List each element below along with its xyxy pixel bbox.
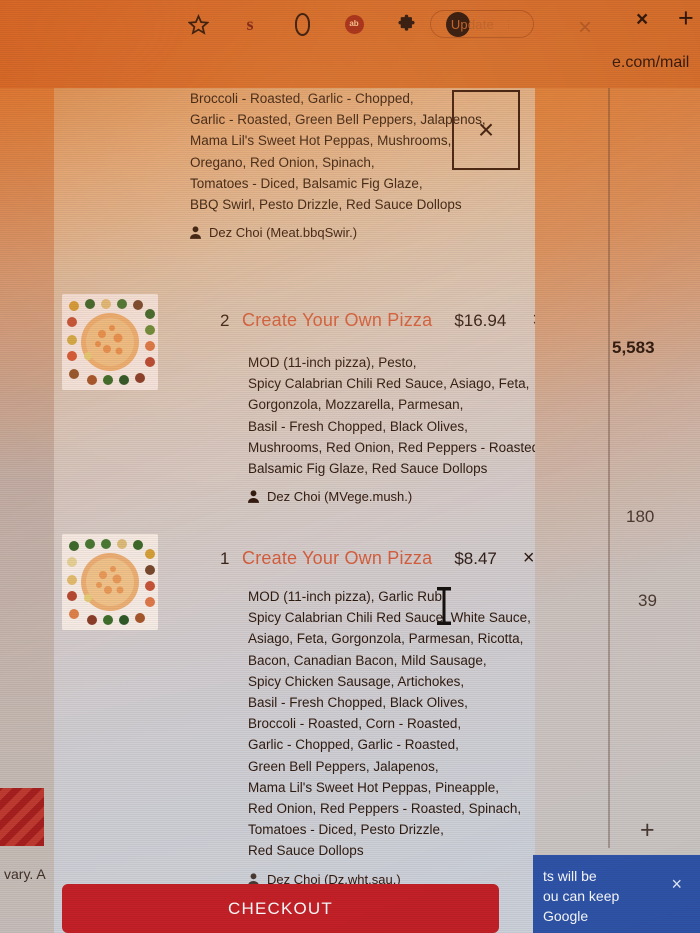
pizza-thumbnail[interactable] [62, 534, 158, 630]
stat-value-tertiary: 39 [638, 591, 657, 610]
screen-photo: s ab Update ⋮ × × + cars for [0, 0, 700, 933]
new-tab-plus-icon[interactable]: + [678, 5, 694, 32]
cart-item-description: MOD (11-inch pizza), Garlic Rub, Spicy C… [248, 586, 531, 887]
fine-print-text: vary. A [4, 866, 46, 882]
toast-line: Google [543, 908, 589, 924]
description-line: MOD (11-inch pizza), Garlic Rub, [248, 589, 446, 604]
bookmarks-bar: cars for sale yobs apt BB Cody James ® M… [0, 48, 700, 121]
cart-panel: Broccoli - Roasted, Garlic - Chopped, Ga… [54, 88, 535, 933]
text-cursor-ibeam [436, 586, 452, 626]
remove-item-icon[interactable]: × [532, 310, 535, 330]
description-line: Garlic - Roasted, Green Bell Peppers, Ja… [190, 112, 486, 128]
vertical-divider [608, 88, 610, 848]
description-line: Mushrooms, Red Onion, Red Peppers - Roas… [248, 439, 535, 455]
checkout-label: CHECKOUT [228, 898, 333, 918]
description-line: MOD (11-inch pizza), Pesto, [248, 355, 417, 370]
cart-item-quantity: 1 [220, 549, 230, 568]
cart-item-byline: Dez Choi (MVege.mush.) [248, 489, 535, 504]
description-line: Tomatoes - Diced, Pesto Drizzle, [248, 822, 444, 838]
cart-item-name[interactable]: Create Your Own Pizza [242, 310, 432, 331]
description-line: Red Sauce Dollops [248, 843, 364, 859]
focused-close-button[interactable]: × [452, 90, 520, 170]
description-line: Mama Lil's Sweet Hot Peppas, Pineapple, [248, 779, 499, 795]
description-line: Spicy Calabrian Chili Red Sauce, Asiago,… [248, 376, 530, 392]
update-button[interactable]: Update ⋮ [430, 10, 534, 38]
red-circle-extension-icon[interactable]: ab [342, 12, 366, 36]
toast-close-icon[interactable]: × [671, 875, 682, 893]
remove-item-icon[interactable]: × [523, 548, 535, 568]
page-right-column [535, 88, 700, 933]
description-line: Oregano, Red Onion, Spinach, [190, 154, 375, 170]
description-line: Red Onion, Red Peppers - Roasted, Spinac… [248, 801, 522, 817]
update-label: Update [450, 16, 494, 32]
byline-label: Dez Choi (MVege.mush.) [267, 489, 413, 505]
add-item-plus-icon[interactable]: + [640, 818, 655, 843]
striped-decoration [0, 788, 44, 846]
s-extension-icon[interactable]: s [238, 12, 262, 36]
bookmark-star-icon[interactable] [186, 12, 210, 36]
pizza-thumbnail[interactable] [62, 294, 158, 390]
window-close-icon[interactable]: × [636, 9, 648, 30]
description-line: Garlic - Chopped, Garlic - Roasted, [248, 737, 459, 753]
description-line: Broccoli - Roasted, Corn - Roasted, [248, 716, 462, 732]
cart-item-description: MOD (11-inch pizza), Pesto, Spicy Calabr… [248, 352, 535, 504]
browser-toolbar: s ab Update ⋮ × × + [0, 0, 700, 48]
cart-item-header: 2 Create Your Own Pizza $16.94 × [220, 310, 535, 331]
page-left-gutter [0, 88, 54, 933]
description-line: Mama Lil's Sweet Hot Peppas, Mushrooms, [190, 133, 452, 149]
cart-item-price: $8.47 [454, 549, 497, 568]
description-line: Tomatoes - Diced, Balsamic Fig Glaze, [190, 175, 423, 191]
toast-line: ou can keep [543, 888, 620, 904]
description-line: Asiago, Feta, Gorgonzola, Parmesan, Rico… [248, 631, 524, 647]
description-line: BBQ Swirl, Pesto Drizzle, Red Sauce Doll… [190, 197, 462, 213]
person-icon [190, 226, 201, 240]
cart-item-quantity: 2 [220, 311, 230, 330]
description-line: Spicy Chicken Sausage, Artichokes, [248, 673, 465, 689]
cart-item-price: $16.94 [454, 311, 507, 330]
description-line: Bacon, Canadian Bacon, Mild Sausage, [248, 652, 487, 668]
toast-line: ts will be [543, 868, 597, 884]
puzzle-extensions-icon[interactable] [394, 12, 418, 36]
oval-extension-icon[interactable] [290, 12, 314, 36]
stat-value-primary: 5,583 [612, 338, 655, 357]
description-line: Basil - Fresh Chopped, Black Olives, [248, 418, 468, 434]
description-line: Balsamic Fig Glaze, Red Sauce Dollops [248, 461, 488, 477]
kebab-menu-icon[interactable]: ⋮ [504, 19, 513, 30]
person-icon [248, 490, 259, 504]
cart-item-description: Broccoli - Roasted, Garlic - Chopped, Ga… [190, 88, 490, 215]
notification-toast: ts will be ou can keep Google × [533, 855, 700, 933]
description-line: Gorgonzola, Mozzarella, Parmesan, [248, 397, 464, 413]
cart-item-header: 1 Create Your Own Pizza $8.47 × [220, 548, 535, 569]
description-line: Broccoli - Roasted, Garlic - Chopped, [190, 91, 414, 106]
cart-item-partial: Broccoli - Roasted, Garlic - Chopped, Ga… [190, 88, 490, 240]
url-fragment: e.com/mail [612, 54, 690, 71]
browser-chrome: s ab Update ⋮ × × + cars for [0, 0, 700, 121]
stat-value-secondary: 180 [626, 507, 655, 526]
description-line: Green Bell Peppers, Jalapenos, [248, 758, 439, 774]
description-line: Basil - Fresh Chopped, Black Olives, [248, 695, 468, 711]
panel-close-icon[interactable]: × [578, 16, 592, 40]
toolbar-icon-group: s ab [186, 8, 470, 40]
cart-item-byline: Dez Choi (Meat.bbqSwir.) [190, 225, 490, 240]
cart-item-name[interactable]: Create Your Own Pizza [242, 548, 432, 569]
description-line: Spicy Calabrian Chili Red Sauce, White S… [248, 610, 531, 626]
checkout-button[interactable]: CHECKOUT [62, 884, 499, 933]
byline-label: Dez Choi (Meat.bbqSwir.) [209, 225, 358, 241]
